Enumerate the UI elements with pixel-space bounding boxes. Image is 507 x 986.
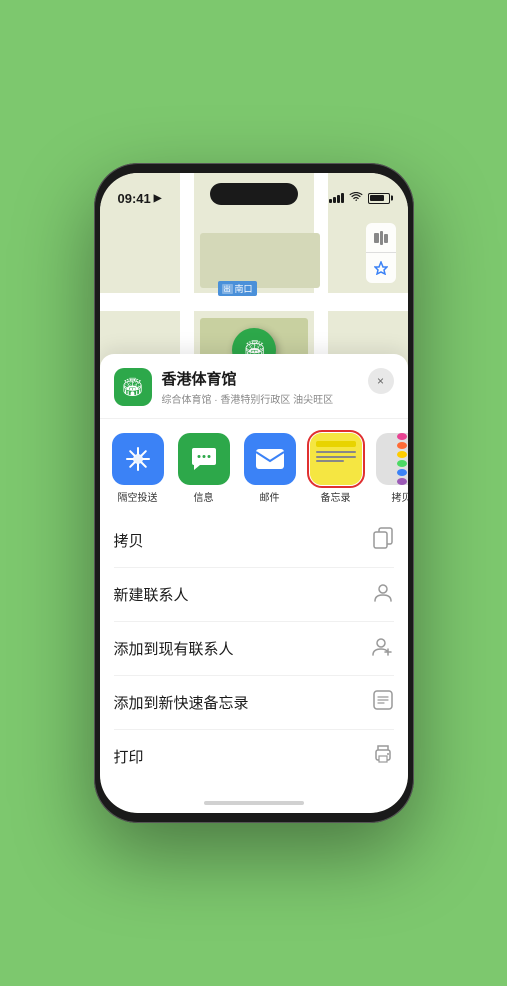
venue-header: 🏟 香港体育馆 综合体育馆 · 香港特别行政区 油尖旺区 × <box>100 368 408 419</box>
time-display: 09:41 <box>118 191 151 206</box>
bottom-sheet: 🏟 香港体育馆 综合体育馆 · 香港特别行政区 油尖旺区 × <box>100 354 408 813</box>
share-row: 隔空投送 信息 <box>100 419 408 514</box>
messages-label: 信息 <box>194 489 214 504</box>
share-item-more[interactable]: 拷贝 <box>374 433 408 504</box>
dynamic-island <box>210 183 298 205</box>
add-note-label: 添加到新快速备忘录 <box>114 692 249 713</box>
notes-top-bar <box>316 441 356 447</box>
battery-fill <box>370 195 384 201</box>
wifi-icon <box>349 192 363 205</box>
airdrop-label: 隔空投送 <box>118 489 158 504</box>
signal-bars <box>329 193 344 203</box>
venue-info: 香港体育馆 综合体育馆 · 香港特别行政区 油尖旺区 <box>162 368 358 406</box>
dot-yellow <box>397 451 407 458</box>
map-block <box>200 233 320 288</box>
action-new-contact[interactable]: 新建联系人 <box>114 568 394 622</box>
close-button[interactable]: × <box>368 368 394 394</box>
status-time: 09:41 ▶ <box>118 191 162 206</box>
notes-icon-content <box>310 433 362 485</box>
action-print[interactable]: 打印 <box>114 730 394 783</box>
signal-bar-3 <box>337 195 340 203</box>
map-exit-label: 出 南口 <box>218 281 257 296</box>
map-exit-name: 南口 <box>235 282 253 295</box>
signal-bar-2 <box>333 197 336 203</box>
new-contact-icon <box>372 581 394 608</box>
add-existing-icon <box>372 635 394 662</box>
action-add-existing[interactable]: 添加到现有联系人 <box>114 622 394 676</box>
action-add-note[interactable]: 添加到新快速备忘录 <box>114 676 394 730</box>
close-icon: × <box>377 374 384 388</box>
share-item-mail[interactable]: 邮件 <box>242 433 298 504</box>
venue-icon: 🏟 <box>114 368 152 406</box>
map-exit-tag: 出 <box>222 284 233 294</box>
notes-line-1 <box>316 451 356 453</box>
signal-bar-1 <box>329 199 332 203</box>
add-existing-label: 添加到现有联系人 <box>114 638 234 659</box>
dot-purple <box>397 478 407 485</box>
venue-description: 综合体育馆 · 香港特别行政区 油尖旺区 <box>162 391 358 406</box>
copy-label: 拷贝 <box>114 530 144 551</box>
notes-label: 备忘录 <box>321 489 351 504</box>
notes-line-2 <box>316 456 356 458</box>
dot-orange <box>397 442 407 449</box>
dot-blue <box>397 469 407 476</box>
location-button[interactable] <box>366 253 396 283</box>
map-controls <box>366 223 396 283</box>
print-icon <box>372 743 394 770</box>
venue-name: 香港体育馆 <box>162 368 358 389</box>
dot-green <box>397 460 407 467</box>
dot-pink <box>397 433 407 440</box>
mail-label: 邮件 <box>260 489 280 504</box>
map-type-button[interactable] <box>366 223 396 253</box>
share-item-airdrop[interactable]: 隔空投送 <box>110 433 166 504</box>
airdrop-icon <box>112 433 164 485</box>
battery-icon <box>368 193 390 204</box>
location-icon: ▶ <box>154 193 162 204</box>
new-contact-label: 新建联系人 <box>114 584 189 605</box>
messages-icon <box>178 433 230 485</box>
share-item-messages[interactable]: 信息 <box>176 433 232 504</box>
mail-icon <box>244 433 296 485</box>
action-list: 拷贝 新建联系人 <box>100 514 408 783</box>
more-icon <box>376 433 408 485</box>
phone-screen: 09:41 ▶ <box>100 173 408 813</box>
add-note-icon <box>372 689 394 716</box>
more-label: 拷贝 <box>392 489 408 504</box>
share-item-notes[interactable]: 备忘录 <box>308 433 364 504</box>
phone-frame: 09:41 ▶ <box>94 163 414 823</box>
copy-icon <box>372 527 394 554</box>
signal-bar-4 <box>341 193 344 203</box>
status-icons <box>329 192 390 205</box>
action-copy[interactable]: 拷贝 <box>114 514 394 568</box>
notes-icon <box>310 433 362 485</box>
notes-line-3 <box>316 460 344 462</box>
print-label: 打印 <box>114 746 144 767</box>
home-indicator <box>204 801 304 805</box>
